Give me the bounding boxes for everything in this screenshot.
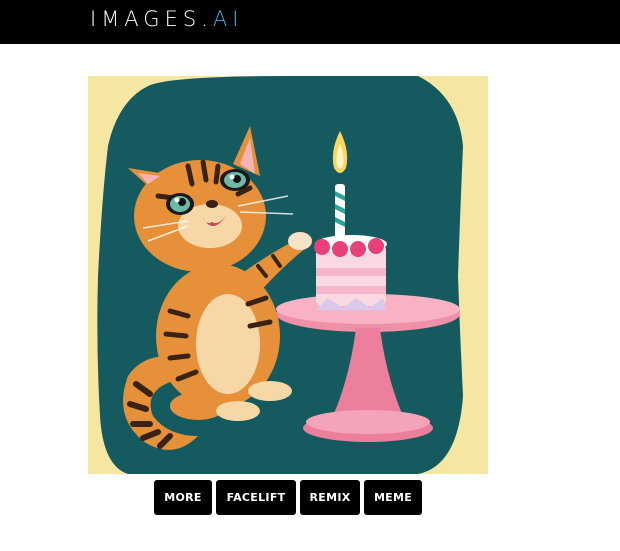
- more-button[interactable]: MORE: [154, 480, 212, 515]
- logo-text: IMAGES: [90, 7, 202, 31]
- logo-dot: .: [201, 7, 213, 31]
- remix-button[interactable]: REMIX: [300, 480, 360, 515]
- logo-suffix: AI: [212, 7, 244, 31]
- generated-image: [88, 76, 488, 474]
- meme-button[interactable]: MEME: [364, 480, 422, 515]
- kitten-cake-illustration: [88, 76, 488, 474]
- birthday-cake: [314, 235, 387, 310]
- top-bar: IMAGES.AI: [0, 0, 620, 44]
- action-buttons: MORE FACELIFT REMIX MEME: [154, 480, 422, 515]
- facelift-button[interactable]: FACELIFT: [216, 480, 296, 515]
- site-logo[interactable]: IMAGES.AI: [90, 8, 243, 30]
